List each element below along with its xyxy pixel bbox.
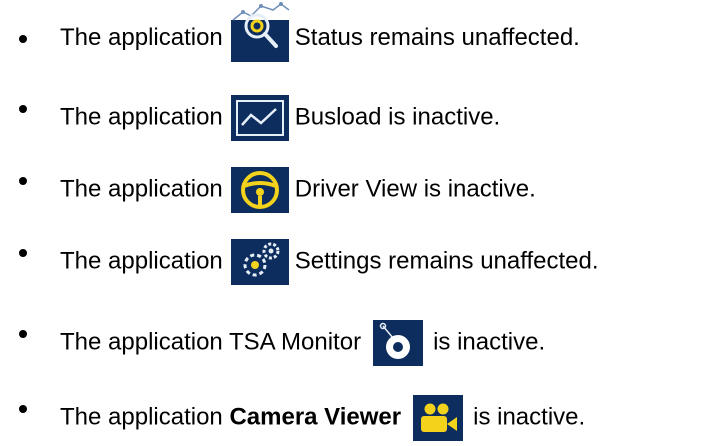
list-item-text: The application Camera Viewer is inactiv… — [60, 393, 585, 443]
bullet — [19, 405, 27, 413]
list-item-busload: The application Busload is inactive. — [0, 73, 707, 141]
item-prefix: The application TSA Monitor — [60, 328, 362, 356]
list-item-text: The application Settings remains unaffec… — [60, 237, 599, 287]
tsa-monitor-icon — [367, 318, 429, 368]
item-prefix: The application — [60, 103, 223, 131]
item-suffix: Settings remains unaffected. — [294, 247, 599, 275]
bullet — [19, 249, 27, 257]
list-item-text: The application Driver View is inactive. — [60, 165, 536, 215]
status-icon — [229, 1, 291, 62]
bullet — [19, 330, 27, 338]
list-item-text: The application Status remains unaffecte… — [60, 1, 580, 62]
list-item-text: The application TSA Monitor is inactive. — [60, 318, 545, 368]
busload-icon — [229, 93, 291, 143]
item-prefix: The application — [60, 24, 223, 51]
camera-viewer-icon — [407, 393, 469, 443]
bullet — [19, 105, 27, 113]
bullet — [19, 35, 27, 43]
list-item-tsa-monitor: The application TSA Monitor is inactive. — [0, 298, 707, 366]
list-item-settings: The application Settings remains unaffec… — [0, 215, 707, 285]
list-item-text: The application Busload is inactive. — [60, 93, 500, 143]
item-prefix: The application — [60, 175, 223, 203]
item-prefix: The application — [60, 247, 223, 275]
list-item-camera-viewer: The application Camera Viewer is inactiv… — [0, 372, 707, 441]
item-suffix: Driver View is inactive. — [294, 175, 536, 203]
settings-icon — [229, 237, 291, 287]
item-suffix: is inactive. — [473, 403, 586, 431]
item-bold-name: Camera Viewer — [229, 403, 402, 431]
application-status-list: The application Status remains unaffecte… — [0, 0, 707, 446]
item-suffix: is inactive. — [433, 328, 546, 356]
item-prefix: The application — [60, 403, 223, 431]
item-suffix: Busload is inactive. — [294, 103, 501, 131]
bullet — [19, 177, 27, 185]
driver-view-icon — [229, 165, 291, 215]
list-item-driver-view: The application Driver View is inactive. — [0, 146, 707, 213]
item-suffix: Status remains unaffected. — [294, 24, 580, 51]
list-item-status: The application Status remains unaffecte… — [0, 0, 707, 62]
